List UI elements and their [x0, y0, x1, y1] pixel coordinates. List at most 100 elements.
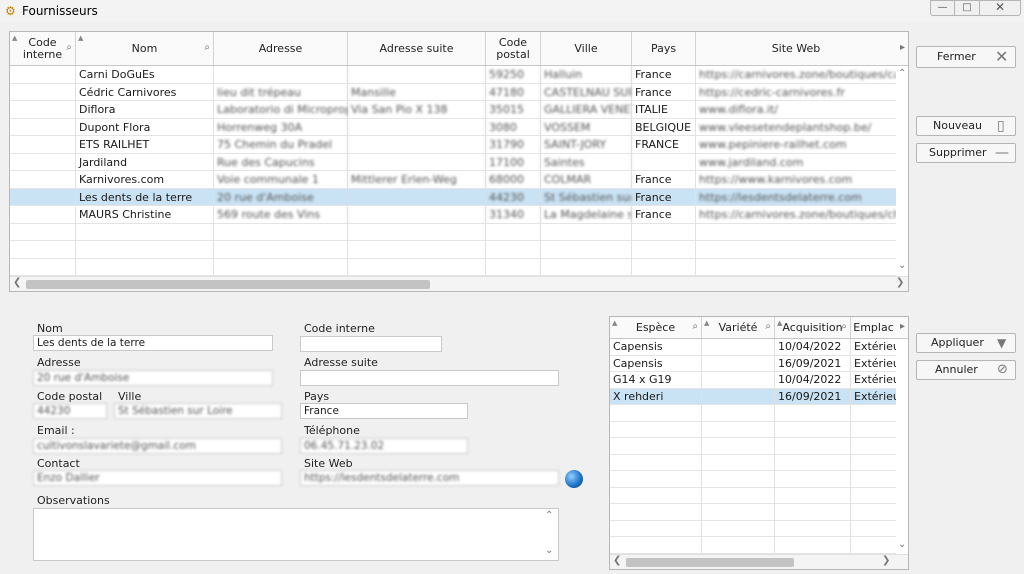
table-row[interactable]: Diflora Laboratorio di Micropropagazione…	[10, 101, 896, 119]
cell-adresse-suite	[348, 66, 486, 83]
scroll-left-arrow[interactable]: ❮	[613, 555, 621, 566]
table-row[interactable]: ETS RAILHET 75 Chemin du Pradel 31790 SA…	[10, 136, 896, 154]
col-header-code-interne[interactable]: ▲ Code interne ⌕	[10, 32, 76, 65]
table-row[interactable]: Cédric Carnivores lieu dit trépeau Mansi…	[10, 83, 896, 101]
scrollbar-thumb[interactable]	[26, 280, 430, 289]
search-icon[interactable]: ⌕	[841, 321, 847, 333]
scroll-down-arrow[interactable]: ⌄	[898, 539, 906, 550]
col-header-pays[interactable]: Pays	[632, 32, 696, 65]
table-row[interactable]: Jardiland Rue des Capucins 17100 Saintes…	[10, 153, 896, 171]
horizontal-scrollbar[interactable]: ❮ ❯	[610, 554, 908, 569]
empty-row	[610, 471, 896, 488]
table-row-selected[interactable]: X rehderi 16/09/2021 Extérieu	[610, 388, 896, 405]
empty-row	[610, 405, 896, 422]
site-web-input[interactable]: https://lesdentsdelaterre.com	[300, 470, 559, 486]
cell-adresse: Rue des Capucins	[214, 153, 348, 170]
search-icon[interactable]: ⌕	[692, 321, 698, 333]
col-header-emplacement[interactable]: Emplac	[851, 317, 896, 338]
appliquer-label: Appliquer	[931, 336, 984, 349]
cell-ville: Halluin	[541, 66, 632, 83]
table-row[interactable]: G14 x G19 10/04/2022 Extérieu	[610, 372, 896, 389]
code-postal-input[interactable]: 44230	[33, 403, 107, 419]
app-icon: ⚙	[5, 4, 16, 18]
plants-grid[interactable]: ▲ Espèce ⌕ ▲ Variété ⌕ ▲ Acquisition ⌕ E…	[609, 316, 909, 570]
scroll-down-arrow[interactable]: ⌄	[898, 260, 906, 271]
cell-ville: CASTELNAU SUR	[541, 83, 632, 100]
cell-site-web: https://cedric-carnivores.fr	[699, 85, 845, 99]
cell-code-postal: 31340	[486, 206, 541, 223]
nouveau-button[interactable]: Nouveau ▯	[916, 116, 1016, 136]
cell-emplacement: Extérieu	[854, 373, 896, 386]
scroll-right-arrow[interactable]: ❯	[896, 277, 904, 288]
scroll-right-arrow[interactable]: ▸	[900, 42, 905, 53]
code-interne-label: Code interne	[304, 322, 375, 335]
col-header-espece[interactable]: ▲ Espèce ⌕	[610, 317, 702, 338]
window-title: Fournisseurs	[22, 4, 98, 18]
minimize-button[interactable]: —	[930, 0, 955, 16]
annuler-button[interactable]: Annuler ⊘	[916, 360, 1016, 380]
adresse-suite-input[interactable]	[300, 370, 559, 386]
empty-row	[610, 537, 896, 554]
fermer-button[interactable]: Fermer ✕	[916, 46, 1016, 68]
empty-row	[10, 241, 896, 259]
search-icon[interactable]: ⌕	[66, 42, 72, 54]
col-header-site-web[interactable]: Site Web	[696, 32, 896, 65]
table-row[interactable]: MAURS Christine 569 route des Vins 31340…	[10, 206, 896, 224]
close-window-button[interactable]: ✕	[979, 0, 1021, 16]
textarea-scroll-up[interactable]: ⌃	[545, 510, 553, 521]
table-row-selected[interactable]: Les dents de la terre 20 rue d'Amboise 4…	[10, 188, 896, 206]
maximize-button[interactable]: □	[954, 0, 980, 16]
contact-label: Contact	[37, 457, 80, 470]
telephone-input[interactable]: 06.45.71.23.02	[300, 438, 468, 454]
cell-adresse-suite: Mansille	[348, 83, 486, 100]
cell-code	[10, 83, 76, 100]
table-row[interactable]: Karnivores.com Voie communale 1 Mittlere…	[10, 171, 896, 189]
col-header-label: Pays	[650, 41, 677, 55]
adresse-input[interactable]: 20 rue d'Amboise	[33, 370, 273, 386]
contact-input[interactable]: Enzo Dallier	[33, 470, 282, 486]
nom-input[interactable]: Les dents de la terre	[33, 335, 273, 351]
observations-textarea[interactable]	[33, 508, 559, 561]
supplier-grid[interactable]: ▲ Code interne ⌕ ▲ Nom ⌕ Adresse Adresse…	[9, 31, 909, 292]
email-input[interactable]: cultivonslavariete@gmail.com	[33, 438, 282, 454]
empty-row	[10, 224, 896, 241]
col-header-adresse[interactable]: Adresse	[214, 32, 348, 65]
scroll-up-arrow[interactable]: ⌃	[898, 68, 906, 79]
empty-row	[610, 521, 896, 537]
table-row[interactable]: Dupont Flora Horrenweg 30A 3080 VOSSEM B…	[10, 118, 896, 136]
pays-input[interactable]: France	[300, 403, 468, 419]
scroll-left-arrow[interactable]: ❮	[13, 277, 21, 288]
code-postal-label: Code postal	[37, 390, 103, 403]
col-header-label: Espèce	[635, 320, 676, 334]
scrollbar-thumb[interactable]	[626, 558, 794, 567]
cell-adresse: 20 rue d'Amboise	[214, 188, 348, 205]
appliquer-button[interactable]: Appliquer ▼	[916, 333, 1016, 353]
cell-acquisition: 10/04/2022	[775, 372, 851, 388]
textarea-scroll-down[interactable]: ⌄	[545, 545, 553, 556]
cell-espece: Capensis	[610, 355, 702, 371]
scroll-right-arrow[interactable]: ▸	[900, 321, 905, 332]
globe-icon[interactable]	[565, 470, 583, 488]
code-interne-input[interactable]	[300, 336, 442, 352]
search-icon[interactable]: ⌕	[765, 321, 771, 333]
col-header-variete[interactable]: ▲ Variété ⌕	[702, 317, 775, 338]
cell-code-postal: 59250	[486, 66, 541, 83]
supprimer-button[interactable]: Supprimer —	[916, 143, 1016, 163]
table-row[interactable]: Capensis 10/04/2022 Extérieu	[610, 339, 896, 356]
cell-ville: COLMAR	[541, 171, 632, 188]
col-header-ville[interactable]: Ville	[541, 32, 632, 65]
cell-nom: Dupont Flora	[76, 118, 214, 135]
table-row[interactable]: Carni DoGuEs 59250 Halluin France https:…	[10, 66, 896, 84]
horizontal-scrollbar[interactable]: ❮ ❯	[10, 276, 908, 291]
table-row[interactable]: Capensis 16/09/2021 Extérieu	[610, 355, 896, 372]
col-header-nom[interactable]: ▲ Nom ⌕	[76, 32, 214, 65]
col-header-adresse-suite[interactable]: Adresse suite	[348, 32, 486, 65]
col-header-acquisition[interactable]: ▲ Acquisition ⌕	[775, 317, 851, 338]
ville-input[interactable]: St Sébastien sur Loire	[114, 403, 282, 419]
col-header-label: Ville	[574, 41, 598, 55]
cell-espece: Capensis	[610, 339, 702, 355]
col-header-code-postal[interactable]: Code postal	[486, 32, 541, 65]
cell-code	[10, 153, 76, 170]
scroll-right-arrow[interactable]: ❯	[882, 555, 890, 566]
search-icon[interactable]: ⌕	[204, 42, 210, 54]
